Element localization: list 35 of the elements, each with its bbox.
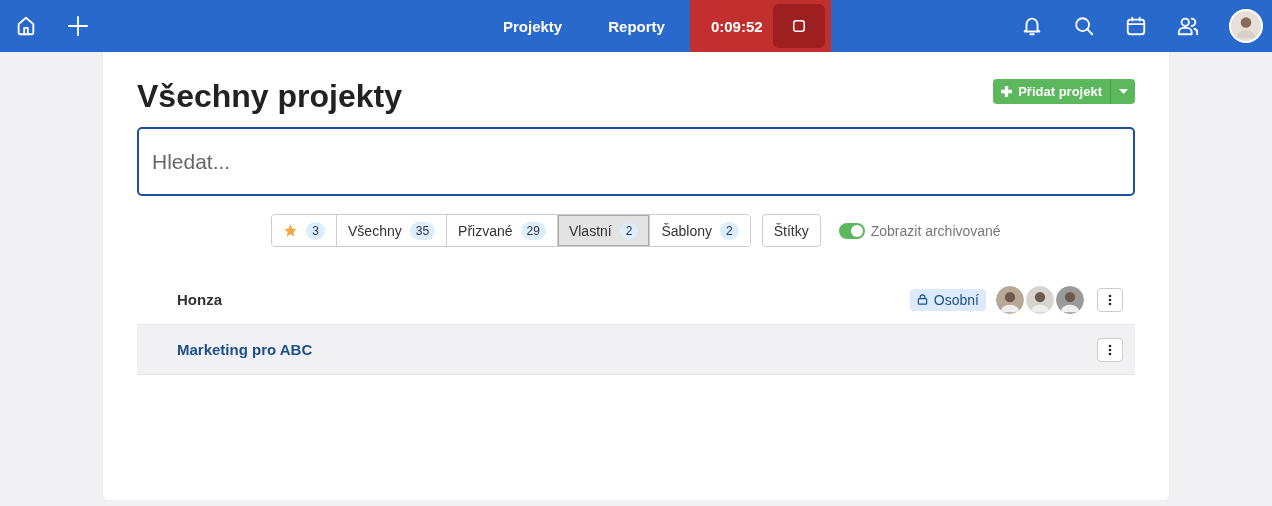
toggle-label: Zobrazit archivované xyxy=(870,222,1001,239)
count-badge: 35 xyxy=(409,221,436,240)
search-icon xyxy=(1073,15,1095,37)
tags-button[interactable]: Štítky xyxy=(761,214,821,247)
timer-time: 0:09:52 xyxy=(710,17,763,35)
lock-icon xyxy=(916,294,928,305)
users-icon xyxy=(1177,15,1199,37)
filter-tab[interactable]: Vlastní 2 xyxy=(557,215,651,246)
more-icon xyxy=(1108,343,1112,356)
project-name[interactable]: Marketing pro ABC xyxy=(177,341,313,358)
caret-icon xyxy=(1118,89,1128,94)
user-avatar[interactable] xyxy=(1229,9,1263,43)
plus-icon xyxy=(67,15,89,37)
count-badge: 3 xyxy=(306,221,325,240)
count-badge: 29 xyxy=(520,221,546,240)
star-icon xyxy=(283,223,299,238)
project-name[interactable]: Honza xyxy=(177,291,222,308)
favorites-tab[interactable]: 3 xyxy=(272,215,337,246)
home-icon xyxy=(15,15,37,37)
calendar-icon xyxy=(1125,15,1147,37)
plus-icon xyxy=(1001,86,1013,97)
tag-label: Osobní xyxy=(909,288,986,311)
member-avatar xyxy=(1055,284,1085,315)
nav-link[interactable]: Projekty xyxy=(480,17,586,35)
count-badge: 2 xyxy=(720,221,739,240)
nav-link[interactable]: Reporty xyxy=(585,17,688,35)
stop-button[interactable] xyxy=(772,4,825,48)
toggle-switch[interactable] xyxy=(838,222,865,239)
member-avatar xyxy=(1025,284,1055,315)
bell-icon xyxy=(1021,15,1043,37)
count-badge: 2 xyxy=(619,221,639,240)
page-title: Všechny projekty xyxy=(137,78,402,115)
search-field[interactable]: Hledat... xyxy=(137,127,1135,196)
more-icon xyxy=(1108,293,1112,306)
member-avatar xyxy=(995,284,1025,315)
